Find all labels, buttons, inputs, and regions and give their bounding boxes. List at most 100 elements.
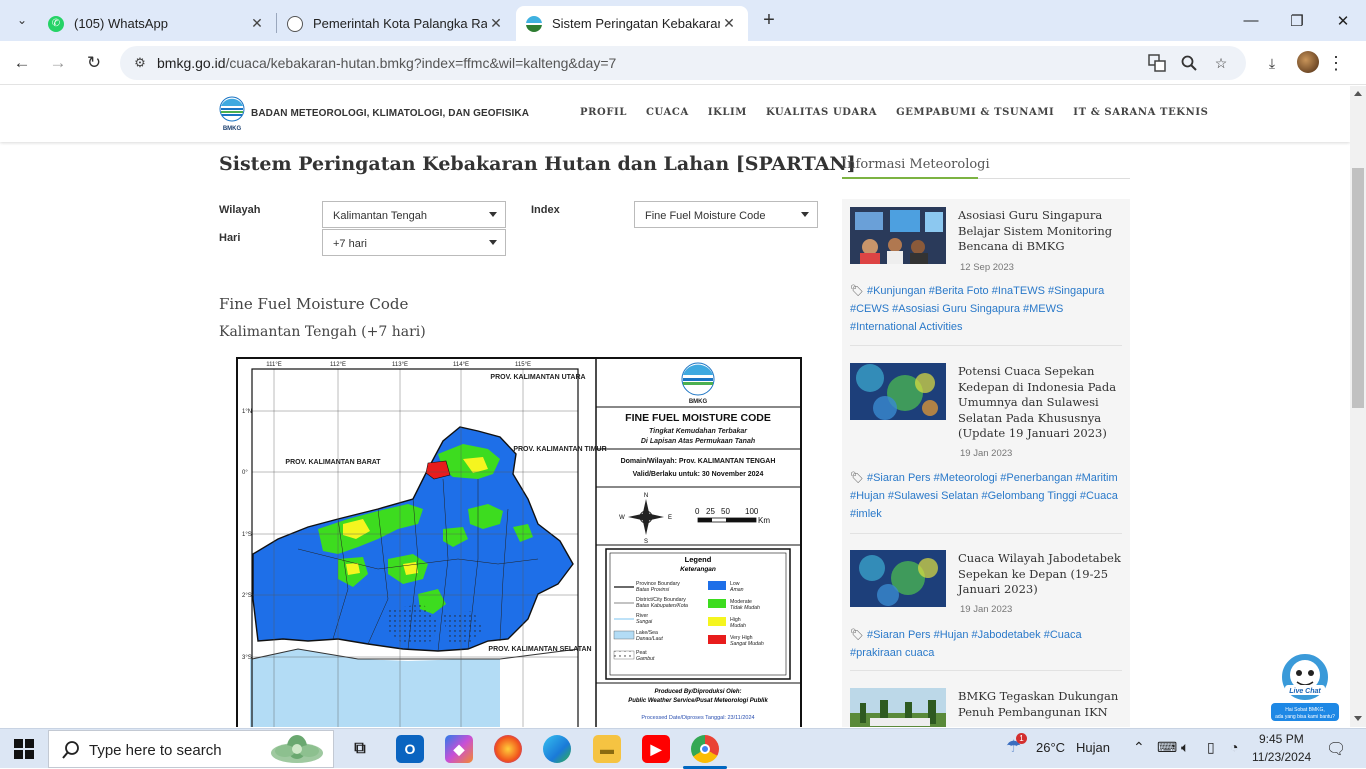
- news-divider: [850, 670, 1122, 671]
- news-tags[interactable]: 🏷 #Siaran Pers #Meteorologi #Penerbangan …: [850, 469, 1122, 523]
- news-tags[interactable]: 🏷 #Siaran Pers #Hujan #Jabodetabek #Cuaca…: [850, 626, 1122, 662]
- close-icon[interactable]: ✕: [248, 15, 266, 32]
- translate-icon[interactable]: [1145, 51, 1169, 75]
- outlook-icon[interactable]: O: [396, 735, 424, 763]
- search-placeholder: Type here to search: [89, 742, 222, 759]
- chevron-up-icon[interactable]: ⌃: [1133, 739, 1145, 756]
- wilayah-select[interactable]: Kalimantan Tengah: [322, 201, 506, 228]
- legend-class: Tidak Mudah: [730, 605, 760, 611]
- hari-select[interactable]: +7 hari: [322, 229, 506, 256]
- new-tab-button[interactable]: +: [758, 8, 780, 32]
- battery-icon[interactable]: ▯: [1207, 739, 1215, 756]
- edge-icon[interactable]: [543, 735, 571, 763]
- copilot-icon[interactable]: ◆: [445, 735, 473, 763]
- download-icon[interactable]: ⤓: [1260, 51, 1284, 75]
- notification-icon[interactable]: 🗨︎: [1326, 739, 1346, 759]
- ffmc-map-image[interactable]: 111°E 112°E 113°E 114°E 115°E 1°N 0° 1°S…: [236, 357, 802, 727]
- wifi-icon[interactable]: ◔: [1230, 739, 1238, 755]
- news-tags-text[interactable]: #Siaran Pers #Hujan #Jabodetabek #Cuaca …: [850, 629, 1082, 659]
- wilayah-value: Kalimantan Tengah: [333, 210, 427, 222]
- ffmc-map-svg: 111°E 112°E 113°E 114°E 115°E 1°N 0° 1°S…: [238, 359, 800, 727]
- back-button[interactable]: ←: [8, 49, 36, 77]
- whatsapp-icon: ✆: [48, 15, 64, 32]
- scroll-down-arrow-icon[interactable]: [1354, 716, 1362, 721]
- nav-cuaca[interactable]: CUACA: [646, 107, 689, 118]
- speaker-icon[interactable]: 🔈︎: [1181, 739, 1189, 756]
- nav-gempabumi-tsunami[interactable]: GEMPABUMI & TSUNAMI: [896, 107, 1054, 118]
- reload-button[interactable]: ↻: [80, 49, 108, 77]
- lat-label: 1°N: [242, 409, 252, 415]
- close-icon[interactable]: ✕: [720, 15, 738, 32]
- tab-search-button[interactable]: ⌄: [8, 6, 36, 34]
- legend-item: Gambut: [636, 656, 655, 662]
- legend-item: Danau/Laut: [636, 636, 663, 642]
- map-valid-date: Valid/Berlaku untuk: 30 November 2024: [633, 471, 764, 478]
- news-thumbnail[interactable]: [850, 688, 946, 727]
- windows-start-icon[interactable]: [14, 739, 34, 759]
- page-scrollbar[interactable]: [1350, 86, 1366, 727]
- youtube-icon[interactable]: ▶: [642, 735, 670, 763]
- nav-iklim[interactable]: IKLIM: [708, 107, 747, 118]
- news-tags[interactable]: 🏷 #Kunjungan #Berita Foto #InaTEWS #Singa…: [850, 282, 1122, 336]
- news-tags-text[interactable]: #Kunjungan #Berita Foto #InaTEWS #Singap…: [850, 285, 1104, 333]
- news-title[interactable]: Asosiasi Guru Singapura Belajar Sistem M…: [958, 208, 1122, 255]
- tab-palangka-raya[interactable]: Pemerintah Kota Palangka Raya ✕: [277, 6, 515, 41]
- weather-temperature[interactable]: 26°C: [1036, 740, 1065, 755]
- window-close-button[interactable]: ✕: [1320, 0, 1366, 41]
- chrome-icon[interactable]: [691, 735, 719, 763]
- news-thumbnail[interactable]: [850, 550, 946, 607]
- news-thumbnail[interactable]: [850, 363, 946, 420]
- site-settings-icon[interactable]: ⚙: [128, 51, 152, 75]
- taskbar-search-box[interactable]: Type here to search: [48, 730, 334, 768]
- news-tags-text[interactable]: #Siaran Pers #Meteorologi #Penerbangan #…: [850, 472, 1118, 520]
- task-view-icon[interactable]: ⧉: [346, 735, 374, 763]
- organization-name[interactable]: BADAN METEOROLOGI, KLIMATOLOGI, DAN GEOF…: [251, 108, 529, 119]
- file-explorer-icon[interactable]: ▬: [593, 735, 621, 763]
- scroll-up-arrow-icon[interactable]: [1354, 91, 1362, 96]
- map-domain: Domain/Wilayah: Prov. KALIMANTAN TENGAH: [621, 458, 776, 465]
- profile-avatar[interactable]: [1297, 51, 1319, 73]
- index-label: Index: [531, 204, 560, 216]
- url-text[interactable]: bmkg.go.id/cuaca/kebakaran-hutan.bmkg?in…: [157, 55, 616, 71]
- region-label: PROV. KALIMANTAN TIMUR: [513, 446, 606, 453]
- news-divider: [850, 345, 1122, 346]
- url-path: /cuaca/kebakaran-hutan.bmkg?index=ffmc&w…: [225, 55, 617, 71]
- scrollbar-thumb[interactable]: [1352, 168, 1364, 408]
- news-thumbnail[interactable]: [850, 207, 946, 264]
- caret-down-icon: [801, 212, 809, 217]
- address-bar[interactable]: ⚙ bmkg.go.id/cuaca/kebakaran-hutan.bmkg?…: [120, 46, 1246, 80]
- news-title[interactable]: BMKG Tegaskan Dukungan Penuh Pembangunan…: [958, 689, 1122, 720]
- firefox-icon[interactable]: [494, 735, 522, 763]
- ime-icon[interactable]: ⌨: [1157, 739, 1177, 756]
- nav-it-sarana-teknis[interactable]: IT & SARANA TEKNIS: [1073, 107, 1208, 118]
- search-icon: [62, 741, 79, 759]
- browser-tab-bar: ⌄ ✆ (105) WhatsApp ✕ Pemerintah Kota Pal…: [0, 0, 1366, 41]
- close-icon[interactable]: ✕: [487, 15, 505, 32]
- nav-kualitas-udara[interactable]: KUALITAS UDARA: [766, 107, 877, 118]
- legend-title: Legend: [685, 555, 712, 564]
- bmkg-logo-map: [683, 378, 713, 381]
- region-label: PROV. KALIMANTAN BARAT: [285, 459, 381, 466]
- clock-time[interactable]: 9:45 PM: [1259, 732, 1304, 746]
- zoom-icon[interactable]: [1177, 51, 1201, 75]
- chevron-down-icon: ⌄: [16, 13, 28, 27]
- bmkg-logo[interactable]: BMKG: [219, 96, 245, 132]
- nav-profil[interactable]: PROFIL: [580, 107, 627, 118]
- minimize-button[interactable]: —: [1228, 0, 1274, 41]
- weather-description[interactable]: Hujan: [1076, 740, 1110, 755]
- maximize-button[interactable]: ❐: [1274, 0, 1320, 41]
- menu-kebab-icon[interactable]: ⋮: [1324, 51, 1348, 75]
- live-chat-widget[interactable]: Live Chat Hai Sobat BMKG, ada yang bisa …: [1271, 653, 1339, 723]
- news-date: 19 Jan 2023: [960, 448, 1013, 459]
- legend-item: Batas Provinsi: [636, 587, 670, 593]
- windows-taskbar: Type here to search ⧉ O ◆ ▬ ▶ ☂ 1 26°C H…: [0, 728, 1366, 769]
- clock-date[interactable]: 11/23/2024: [1252, 750, 1311, 764]
- tab-spartan[interactable]: Sistem Peringatan Kebakaran H ✕: [516, 6, 748, 41]
- index-select[interactable]: Fine Fuel Moisture Code: [634, 201, 818, 228]
- news-title[interactable]: Potensi Cuaca Sepekan Kedepan di Indones…: [958, 364, 1122, 442]
- news-divider: [850, 533, 1122, 534]
- news-title[interactable]: Cuaca Wilayah Jabodetabek Sepekan ke Dep…: [958, 551, 1122, 598]
- tab-whatsapp[interactable]: ✆ (105) WhatsApp ✕: [38, 6, 276, 41]
- bookmark-star-icon[interactable]: ☆: [1209, 51, 1233, 75]
- forward-button[interactable]: →: [44, 49, 72, 77]
